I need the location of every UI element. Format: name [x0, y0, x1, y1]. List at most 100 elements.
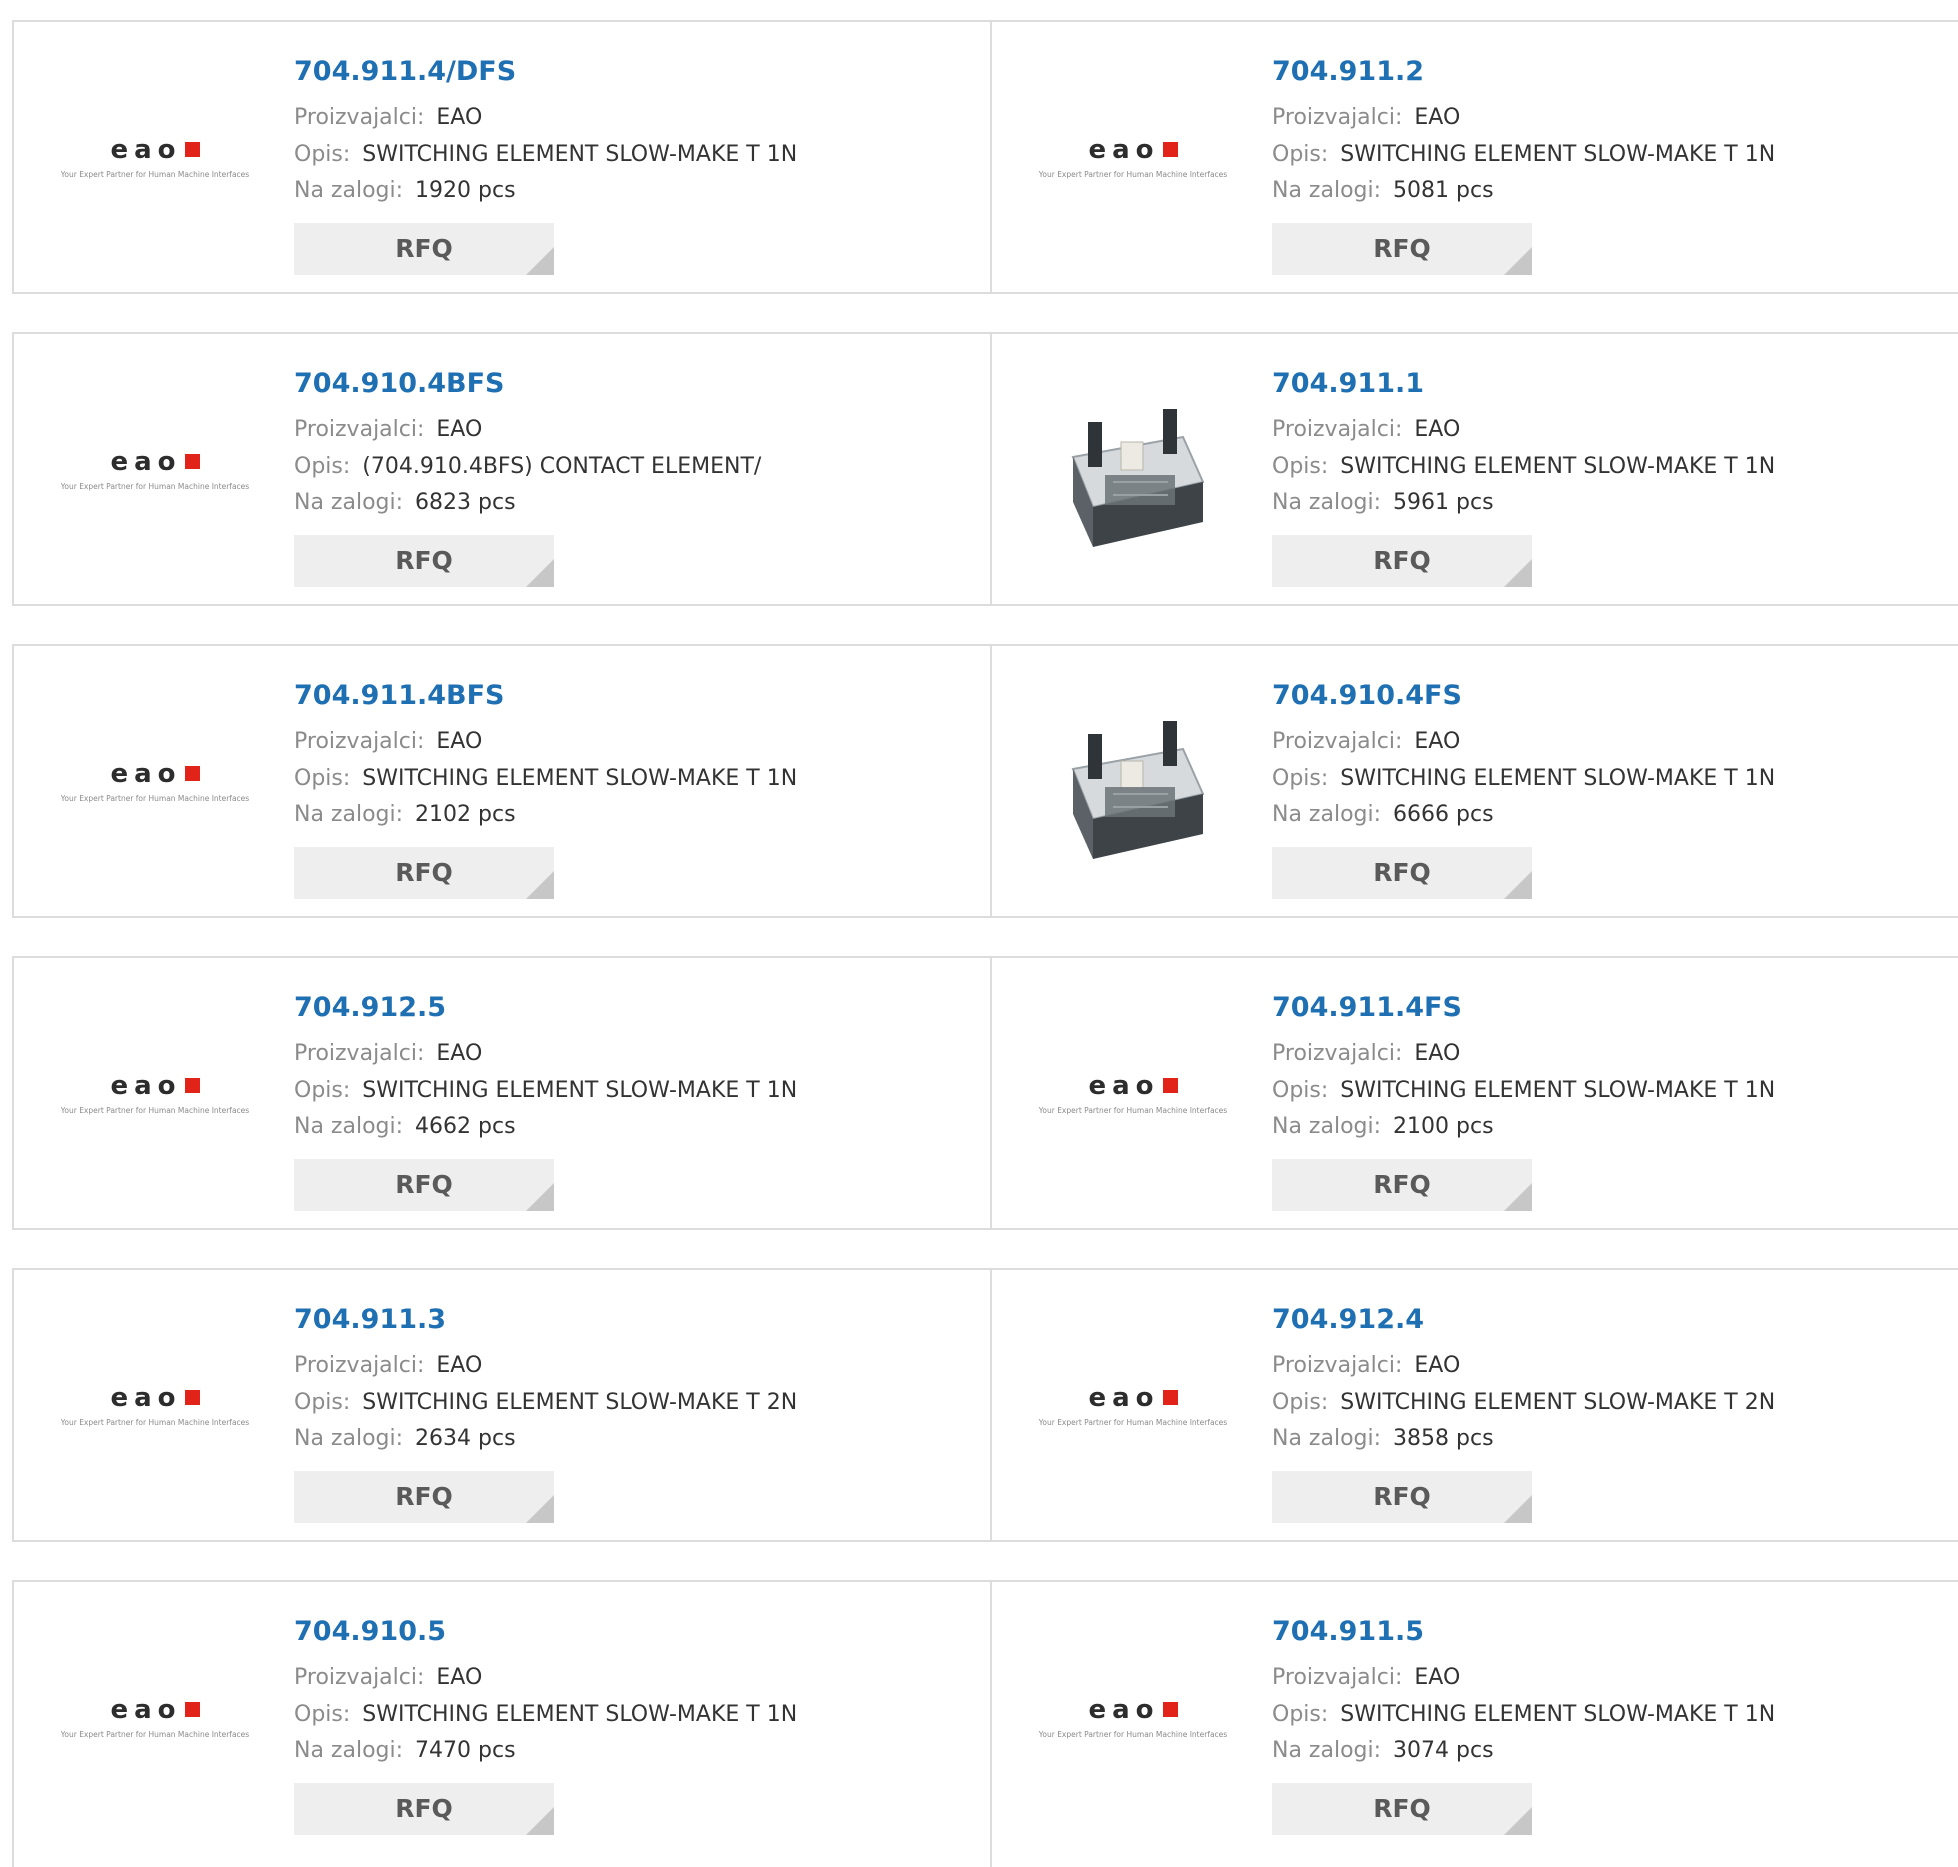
- stock-value: 2100 pcs: [1393, 1114, 1494, 1139]
- product-grid: eao Your Expert Partner for Human Machine…: [0, 0, 1958, 1867]
- rfq-corner-icon: [1504, 558, 1532, 587]
- part-number-link[interactable]: 704.911.2: [1272, 54, 1775, 90]
- rfq-button[interactable]: RFQ: [1272, 1782, 1532, 1835]
- part-number-link[interactable]: 704.911.4/DFS: [294, 54, 797, 90]
- part-number-link[interactable]: 704.912.4: [1272, 1302, 1775, 1338]
- rfq-button[interactable]: RFQ: [294, 1158, 554, 1211]
- eao-logo: eao Your Expert Partner for Human Machine…: [52, 759, 258, 819]
- eao-logo: eao Your Expert Partner for Human Machine…: [1030, 135, 1236, 195]
- manufacturer-line: Proizvajalci: EAO: [294, 1660, 797, 1697]
- product-image[interactable]: eao Your Expert Partner for Human Machine…: [1030, 1310, 1236, 1516]
- eao-logo-text: eao: [110, 1071, 182, 1101]
- stock-label: Na zalogi:: [1272, 178, 1382, 203]
- part-number-link[interactable]: 704.910.4BFS: [294, 366, 761, 402]
- description-value: SWITCHING ELEMENT SLOW-MAKE T 2N: [1340, 1389, 1776, 1415]
- product-info: 704.912.4 Proizvajalci: EAO Opis: SWITCHIN…: [1272, 1302, 1775, 1523]
- product-card: eao Your Expert Partner for Human Machine…: [992, 22, 1958, 292]
- rfq-corner-icon: [526, 1494, 554, 1523]
- stock-line: Na zalogi: 2100 pcs: [1272, 1109, 1775, 1146]
- rfq-button[interactable]: RFQ: [294, 534, 554, 587]
- eao-logo-tagline: Your Expert Partner for Human Machine In…: [60, 794, 250, 803]
- part-number-link[interactable]: 704.911.4BFS: [294, 678, 797, 714]
- rfq-label: RFQ: [395, 233, 453, 263]
- rfq-button[interactable]: RFQ: [1272, 534, 1532, 587]
- product-image[interactable]: eao Your Expert Partner for Human Machine…: [52, 686, 258, 892]
- stock-value: 2634 pcs: [415, 1426, 516, 1451]
- product-card: eao Your Expert Partner for Human Machine…: [992, 1270, 1958, 1540]
- part-number-link[interactable]: 704.911.1: [1272, 366, 1775, 402]
- eao-logo-tagline: Your Expert Partner for Human Machine In…: [60, 1418, 250, 1427]
- product-info: 704.911.4/DFS Proizvajalci: EAO Opis: SWIT…: [294, 54, 797, 275]
- product-card: eao Your Expert Partner for Human Machine…: [14, 646, 992, 916]
- rfq-label: RFQ: [395, 1481, 453, 1511]
- manufacturer-value: EAO: [1414, 417, 1461, 442]
- part-number-link[interactable]: 704.911.3: [294, 1302, 797, 1338]
- product-info: 704.911.4FS Proizvajalci: EAO Opis: SWITCH…: [1272, 990, 1775, 1211]
- part-number-link[interactable]: 704.911.5: [1272, 1614, 1775, 1650]
- switching-element-photo: [1071, 721, 1205, 859]
- rfq-button[interactable]: RFQ: [1272, 1158, 1532, 1211]
- product-image[interactable]: eao Your Expert Partner for Human Machine…: [52, 374, 258, 580]
- product-info: 704.911.3 Proizvajalci: EAO Opis: SWITCHIN…: [294, 1302, 797, 1523]
- eao-logo: eao Your Expert Partner for Human Machine…: [52, 1695, 258, 1755]
- rfq-button[interactable]: RFQ: [1272, 846, 1532, 899]
- manufacturer-line: Proizvajalci: EAO: [294, 1036, 797, 1073]
- eao-logo-wordmark: eao: [52, 1695, 258, 1725]
- manufacturer-line: Proizvajalci: EAO: [1272, 724, 1775, 761]
- part-number-link[interactable]: 704.910.4FS: [1272, 678, 1775, 714]
- description-line: Opis: SWITCHING ELEMENT SLOW-MAKE T 2N: [294, 1385, 797, 1422]
- rfq-corner-icon: [1504, 1494, 1532, 1523]
- product-image[interactable]: eao Your Expert Partner for Human Machine…: [52, 1622, 258, 1828]
- eao-logo-square-icon: [184, 1702, 200, 1717]
- manufacturer-label: Proizvajalci:: [294, 1353, 425, 1378]
- description-label: Opis:: [1272, 453, 1329, 479]
- manufacturer-label: Proizvajalci:: [1272, 1353, 1403, 1378]
- product-image[interactable]: eao Your Expert Partner for Human Machine…: [1030, 1622, 1236, 1828]
- rfq-button[interactable]: RFQ: [1272, 222, 1532, 275]
- rfq-label: RFQ: [395, 545, 453, 575]
- stock-label: Na zalogi:: [294, 1426, 404, 1451]
- rfq-label: RFQ: [1373, 1169, 1431, 1199]
- description-value: SWITCHING ELEMENT SLOW-MAKE T 1N: [1340, 1701, 1776, 1727]
- eao-logo-wordmark: eao: [52, 447, 258, 477]
- description-line: Opis: SWITCHING ELEMENT SLOW-MAKE T 1N: [1272, 761, 1775, 798]
- stock-line: Na zalogi: 3074 pcs: [1272, 1733, 1775, 1770]
- product-image[interactable]: eao Your Expert Partner for Human Machine…: [52, 62, 258, 268]
- description-value: SWITCHING ELEMENT SLOW-MAKE T 2N: [362, 1389, 798, 1415]
- manufacturer-line: Proizvajalci: EAO: [1272, 100, 1775, 137]
- product-image[interactable]: eao Your Expert Partner for Human Machine…: [52, 998, 258, 1204]
- rfq-button[interactable]: RFQ: [1272, 1470, 1532, 1523]
- rfq-button[interactable]: RFQ: [294, 1782, 554, 1835]
- rfq-button[interactable]: RFQ: [294, 1470, 554, 1523]
- rfq-label: RFQ: [395, 857, 453, 887]
- product-image[interactable]: eao Your Expert Partner for Human Machine…: [1030, 998, 1236, 1204]
- eao-logo: eao Your Expert Partner for Human Machine…: [1030, 1695, 1236, 1755]
- product-info: 704.910.4FS Proizvajalci: EAO Opis: SWITCH…: [1272, 678, 1775, 899]
- manufacturer-label: Proizvajalci:: [1272, 417, 1403, 442]
- product-info: 704.911.1 Proizvajalci: EAO Opis: SWITCHIN…: [1272, 366, 1775, 587]
- description-label: Opis:: [294, 765, 351, 791]
- product-image[interactable]: eao Your Expert Partner for Human Machine…: [1030, 62, 1236, 268]
- description-line: Opis: SWITCHING ELEMENT SLOW-MAKE T 1N: [294, 1697, 797, 1734]
- part-number-link[interactable]: 704.910.5: [294, 1614, 797, 1650]
- product-info: 704.912.5 Proizvajalci: EAO Opis: SWITCHIN…: [294, 990, 797, 1211]
- part-number-link[interactable]: 704.912.5: [294, 990, 797, 1026]
- stock-label: Na zalogi:: [294, 802, 404, 827]
- stock-line: Na zalogi: 5961 pcs: [1272, 485, 1775, 522]
- stock-value: 1920 pcs: [415, 178, 516, 203]
- manufacturer-line: Proizvajalci: EAO: [294, 100, 797, 137]
- product-image[interactable]: eao Your Expert Partner for Human Machine…: [52, 1310, 258, 1516]
- rfq-button[interactable]: RFQ: [294, 846, 554, 899]
- manufacturer-label: Proizvajalci:: [294, 417, 425, 442]
- product-image[interactable]: [1030, 686, 1236, 892]
- description-line: Opis: SWITCHING ELEMENT SLOW-MAKE T 1N: [294, 1073, 797, 1110]
- rfq-label: RFQ: [1373, 233, 1431, 263]
- stock-line: Na zalogi: 2102 pcs: [294, 797, 797, 834]
- rfq-button[interactable]: RFQ: [294, 222, 554, 275]
- eao-logo-square-icon: [184, 142, 200, 157]
- eao-logo-text: eao: [110, 759, 182, 789]
- description-label: Opis:: [1272, 1701, 1329, 1727]
- description-line: Opis: (704.910.4BFS) CONTACT ELEMENT/: [294, 449, 761, 486]
- part-number-link[interactable]: 704.911.4FS: [1272, 990, 1775, 1026]
- product-image[interactable]: [1030, 374, 1236, 580]
